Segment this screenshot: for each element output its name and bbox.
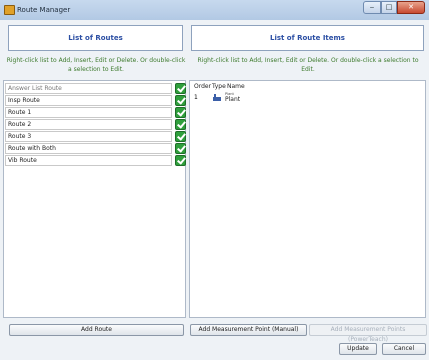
item-order: 1	[194, 94, 198, 101]
column-header-order[interactable]: Order	[194, 83, 211, 90]
route-items-header: List of Route Items	[191, 25, 424, 51]
route-items-title: List of Route Items	[270, 34, 345, 42]
route-item[interactable]: Answer List Route	[5, 83, 172, 94]
title-bar[interactable]: Route Manager ‒ □ ✕	[0, 0, 429, 21]
route-item[interactable]: Route 1	[5, 107, 172, 118]
window-title: Route Manager	[17, 6, 71, 14]
maximize-button[interactable]: □	[381, 1, 397, 14]
column-header-type[interactable]: Type	[212, 83, 226, 90]
add-manual-point-button[interactable]: Add Measurement Point (Manual)	[190, 324, 307, 336]
routes-header: List of Routes	[8, 25, 183, 51]
close-button[interactable]: ✕	[397, 1, 425, 14]
route-items-hint: Right-click list to Add, Insert, Edit or…	[197, 57, 419, 73]
checkmark-icon[interactable]	[175, 95, 186, 106]
item-name: Plant	[225, 96, 241, 103]
checkmark-icon[interactable]	[175, 155, 186, 166]
add-powerteach-points-button[interactable]: Add Measurement Points (PowerTeach)	[309, 324, 427, 343]
window-controls: ‒ □ ✕	[363, 1, 425, 15]
minimize-button[interactable]: ‒	[363, 1, 381, 14]
checkmark-icon[interactable]	[175, 83, 186, 94]
routes-title: List of Routes	[68, 34, 123, 42]
column-header-name[interactable]: Name	[227, 83, 245, 90]
route-item[interactable]: Insp Route	[5, 95, 172, 106]
plant-icon	[213, 94, 221, 101]
route-item[interactable]: Route 3	[5, 131, 172, 142]
update-button[interactable]: Update	[339, 343, 377, 355]
add-route-button[interactable]: Add Route	[9, 324, 184, 336]
checkmark-icon[interactable]	[175, 107, 186, 118]
routes-list[interactable]: Answer List Route Insp Route Route 1 Route …	[3, 80, 186, 318]
route-item[interactable]: Route 2	[5, 119, 172, 130]
route-item[interactable]: Vib Route	[5, 155, 172, 166]
route-items-list[interactable]: Order Type Name 1 Plant Plant	[189, 80, 426, 318]
route-item[interactable]: Route with Both	[5, 143, 172, 154]
cancel-button[interactable]: Cancel	[382, 343, 426, 355]
checkmark-icon[interactable]	[175, 119, 186, 130]
routes-hint: Right-click list to Add, Insert, Edit or…	[6, 57, 186, 73]
checkmark-icon[interactable]	[175, 143, 186, 154]
folder-icon	[4, 5, 15, 15]
checkmark-icon[interactable]	[175, 131, 186, 142]
